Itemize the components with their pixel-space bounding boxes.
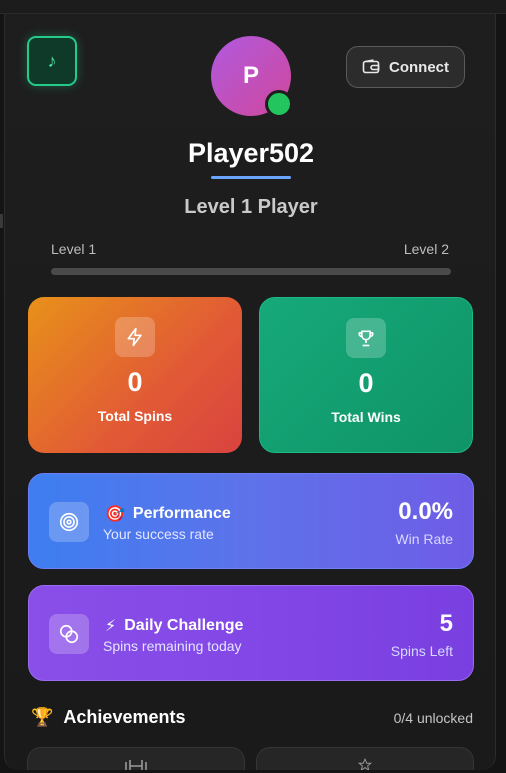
spins-left-value: 5 [439,610,453,637]
window-edge-mark [0,214,3,228]
next-level-label: Level 2 [403,241,449,257]
daily-challenge-subtitle: Spins remaining today [103,638,242,654]
total-spins-label: Total Spins [97,408,173,424]
window-top-bar [0,0,506,14]
total-spins-value: 0 [127,367,143,397]
target-emoji-icon: 🎯 [105,506,125,523]
level-title: Level 1 Player [184,196,318,218]
total-spins-card: 0 Total Spins [28,297,242,453]
trophy-icon [346,318,386,358]
current-level-label: Level 1 [51,241,97,257]
star-icon [357,758,373,770]
connect-button-label: Connect [389,58,449,76]
avatar-initial: P [242,62,259,89]
achievement-card[interactable] [27,747,245,770]
win-rate-value: 0.0% [398,498,453,525]
name-underline [211,176,291,179]
dumbbell-icon [125,760,147,770]
daily-challenge-card: ⚡ Daily Challenge Spins remaining today … [28,585,474,681]
coins-icon [49,614,89,654]
music-toggle-button[interactable]: ♪ [27,36,77,86]
player-profile-panel: ♪ Connect P Player502 Level 1 Player Lev… [4,14,496,770]
wallet-icon [362,59,380,74]
achievement-card[interactable] [256,747,474,770]
online-status-badge [265,90,293,118]
total-wins-label: Total Wins [331,409,401,425]
win-rate-label: Win Rate [395,531,453,547]
total-wins-value: 0 [358,368,374,398]
daily-challenge-title-text: Daily Challenge [124,617,244,634]
daily-challenge-title: ⚡ Daily Challenge [105,616,243,636]
trophy-emoji-icon: 🏆 [31,707,54,727]
performance-title: 🎯 Performance [105,504,231,524]
performance-title-text: Performance [132,505,231,522]
level-progress-bar [51,268,451,275]
achievements-title: Achievements [63,707,186,727]
achievements-heading: 🏆 Achievements [31,707,185,728]
performance-card: 🎯 Performance Your success rate 0.0% Win… [28,473,474,569]
music-note-icon: ♪ [47,50,57,71]
spins-left-label: Spins Left [390,643,453,659]
lightning-icon [115,317,155,357]
achievements-unlocked-count: 0/4 unlocked [393,710,473,726]
total-wins-card: 0 Total Wins [259,297,473,453]
player-name: Player502 [187,138,315,168]
target-icon [49,502,89,542]
performance-subtitle: Your success rate [103,526,214,542]
connect-wallet-button[interactable]: Connect [346,46,465,88]
lightning-emoji-icon: ⚡ [105,618,117,635]
